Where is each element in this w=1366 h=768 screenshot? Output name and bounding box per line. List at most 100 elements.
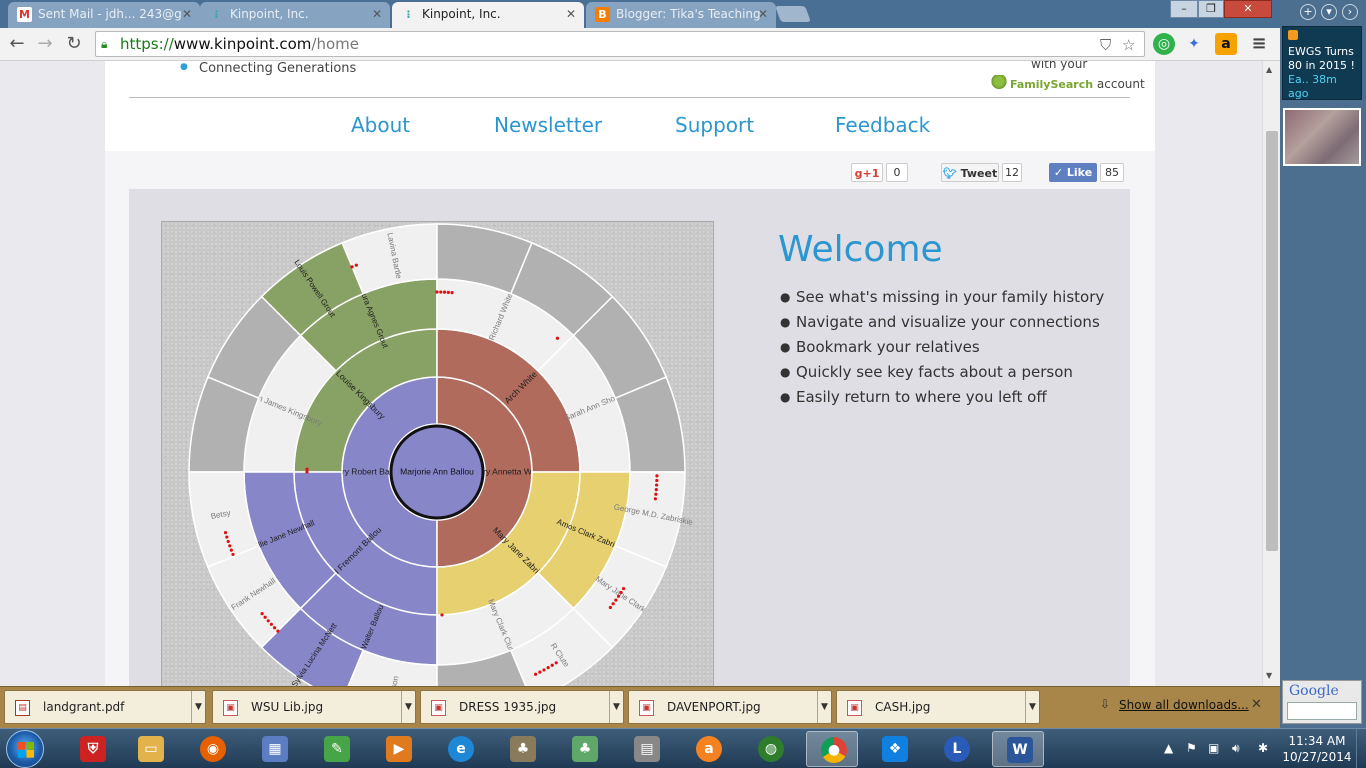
taskbar-security[interactable]: ⛨ — [66, 731, 118, 767]
taskbar-ie[interactable]: e — [434, 731, 486, 767]
show-desktop-button[interactable] — [1356, 729, 1366, 768]
page-scrollbar[interactable]: ▲ ▼ — [1262, 61, 1280, 686]
tab-strip: M Sent Mail - jdh... 243@g ✕ ⁝ Kinpoint,… — [0, 0, 1280, 28]
missing-info-dot — [546, 666, 550, 670]
system-clock[interactable]: 11:34 AM 10/27/2014 — [1282, 733, 1352, 765]
network-icon[interactable]: ▣ — [1208, 741, 1219, 755]
taskbar-word[interactable]: W — [992, 731, 1044, 767]
chevron-down-icon[interactable]: ▼ — [1025, 691, 1039, 723]
taskbar-media[interactable]: ▶ — [372, 731, 424, 767]
maximize-button[interactable]: ❐ — [1198, 0, 1224, 18]
close-icon[interactable]: ✕ — [566, 2, 576, 26]
familysearch-login-link[interactable]: FamilySearch account — [991, 75, 1145, 91]
rss-gadget[interactable]: EWGS Turns 80 in 2015 ! Ea.. 38m ago — [1282, 26, 1362, 100]
back-button[interactable]: ← — [6, 33, 28, 55]
taskbar-scanner[interactable]: ▤ — [620, 731, 672, 767]
bluetooth-icon[interactable]: ✱ — [1258, 741, 1268, 755]
nav-newsletter[interactable]: Newsletter — [494, 113, 602, 137]
taskbar-avast[interactable]: a — [682, 731, 734, 767]
taskbar-evernote[interactable]: ✎ — [310, 731, 362, 767]
nav-feedback[interactable]: Feedback — [835, 113, 930, 137]
chevron-right-icon[interactable]: › — [1342, 4, 1358, 20]
new-tab-button[interactable] — [775, 6, 811, 22]
missing-info-dot — [435, 290, 439, 294]
address-bar[interactable]: 🔒︎ https://www.kinpoint.com/home ⛉ ☆ — [95, 31, 1145, 57]
taskbar-app2[interactable]: ◍ — [744, 731, 796, 767]
missing-info-dot — [611, 602, 615, 606]
tab-title: Kinpoint, Inc. — [230, 7, 309, 21]
image-file-icon: ▣ — [639, 700, 654, 716]
taskbar-dropbox[interactable]: ❖ — [868, 731, 920, 767]
scroll-down-icon[interactable]: ▼ — [1266, 671, 1272, 680]
chevron-down-icon[interactable]: ▾ — [1321, 4, 1337, 20]
download-item[interactable]: ▣ CASH.jpg ▼ — [836, 690, 1040, 724]
fan-chart-panel[interactable]: Harry Robert Ballou Mary Annetta White Cor… — [161, 221, 714, 686]
clock-time: 11:34 AM — [1288, 734, 1346, 748]
scrollbar-thumb[interactable] — [1266, 131, 1278, 551]
taskbar-l-app[interactable]: L — [930, 731, 982, 767]
taskbar-tree2[interactable]: ♣ — [558, 731, 610, 767]
minimize-button[interactable]: – — [1170, 0, 1198, 18]
bullet-icon: ● — [780, 340, 791, 354]
google-search-input[interactable] — [1287, 702, 1357, 720]
taskbar-chrome[interactable]: ● — [806, 731, 858, 767]
header-divider — [129, 97, 1130, 98]
close-icon[interactable]: ✕ — [758, 2, 768, 26]
tab-blogger[interactable]: B Blogger: Tika's Teaching ✕ — [586, 2, 776, 28]
facebook-like-button[interactable]: ✓ Like — [1049, 163, 1097, 182]
center-person-name[interactable]: Marjorie Ann Ballou — [400, 466, 474, 476]
amazon-icon[interactable]: a — [1215, 33, 1237, 55]
tray-expand-icon[interactable]: ▲ — [1164, 741, 1173, 755]
extension-puzzle-icon[interactable]: ✦ — [1183, 33, 1205, 55]
fan-chart[interactable]: Harry Robert Ballou Mary Annetta WhiteCor… — [162, 222, 714, 686]
flag-icon[interactable]: ⚑ — [1186, 741, 1197, 755]
list-item: ● Navigate and visualize your connections — [778, 310, 1104, 335]
tweet-count: 12 — [1002, 163, 1022, 182]
download-item[interactable]: ▣ WSU Lib.jpg ▼ — [212, 690, 416, 724]
download-item[interactable]: ▤ landgrant.pdf ▼ — [4, 690, 206, 724]
chevron-down-icon[interactable]: ▼ — [609, 691, 623, 723]
chevron-down-icon[interactable]: ▼ — [191, 691, 205, 723]
close-icon[interactable]: ✕ — [182, 2, 192, 26]
shield-icon[interactable]: ⛉ — [1100, 36, 1111, 54]
extension-green-icon[interactable]: ◎ — [1153, 33, 1175, 55]
bullet-icon: ● — [180, 62, 188, 72]
volume-icon[interactable]: 🔊︎ — [1232, 741, 1240, 756]
taskbar-explorer[interactable]: ▭ — [124, 731, 176, 767]
tab-kinpoint-1[interactable]: ⁝ Kinpoint, Inc. ✕ — [200, 2, 390, 28]
reload-button[interactable]: ↻ — [63, 33, 85, 55]
nav-about[interactable]: About — [351, 113, 410, 137]
lock-icon: 🔒︎ — [101, 37, 108, 51]
taskbar-tree1[interactable]: ♣ — [496, 731, 548, 767]
download-item[interactable]: ▣ DRESS 1935.jpg ▼ — [420, 690, 624, 724]
nav-support[interactable]: Support — [675, 113, 754, 137]
google-plus-button[interactable]: g+1 — [851, 163, 883, 182]
bullet-icon: ● — [780, 390, 791, 404]
download-item[interactable]: ▣ DAVENPORT.jpg ▼ — [628, 690, 832, 724]
chevron-down-icon[interactable]: ▼ — [817, 691, 831, 723]
tab-kinpoint-2[interactable]: ⁝ Kinpoint, Inc. ✕ — [392, 2, 584, 28]
show-all-downloads-link[interactable]: Show all downloads... — [1119, 698, 1249, 712]
menu-icon[interactable]: ≡ — [1248, 33, 1270, 55]
start-button[interactable] — [6, 730, 44, 768]
close-icon[interactable]: ✕ — [372, 2, 382, 26]
slideshow-gadget[interactable] — [1283, 108, 1361, 166]
tweet-button[interactable]: 🐦︎ Tweet — [941, 163, 999, 182]
add-gadget-icon[interactable]: + — [1300, 4, 1316, 20]
windows-logo-icon — [18, 742, 34, 758]
close-window-button[interactable]: ✕ — [1224, 0, 1272, 18]
tab-gmail[interactable]: M Sent Mail - jdh... 243@g ✕ — [8, 2, 200, 28]
forward-button[interactable]: → — [34, 33, 56, 55]
missing-info-dot — [260, 611, 264, 616]
missing-info-dot — [354, 263, 358, 267]
image-file-icon: ▣ — [431, 700, 446, 716]
missing-info-dot — [223, 531, 228, 535]
taskbar-app[interactable]: ▦ — [248, 731, 300, 767]
letter-l-icon: L — [944, 736, 970, 762]
bookmark-star-icon[interactable]: ☆ — [1122, 36, 1135, 54]
scroll-up-icon[interactable]: ▲ — [1266, 65, 1272, 74]
chevron-down-icon[interactable]: ▼ — [401, 691, 415, 723]
taskbar-firefox[interactable]: ◉ — [186, 731, 238, 767]
missing-info-dot — [654, 492, 658, 496]
close-icon[interactable]: ✕ — [1251, 697, 1262, 712]
